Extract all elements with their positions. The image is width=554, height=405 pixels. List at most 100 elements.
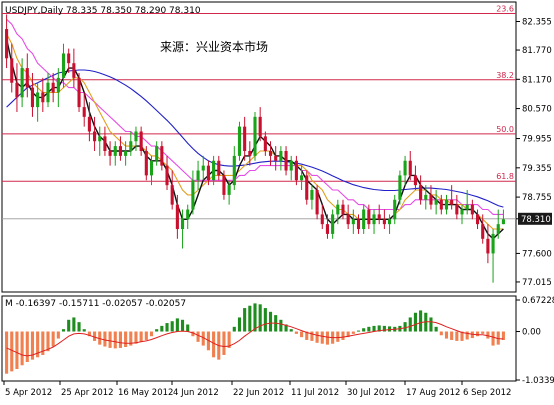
candle-body (201, 165, 205, 171)
histogram-bar (268, 311, 273, 332)
histogram-bar (108, 331, 112, 348)
symbol-label: USDJPY,Daily (5, 6, 64, 16)
candle-body (41, 92, 45, 103)
histogram-bar (82, 329, 86, 332)
candle-body (289, 160, 293, 171)
histogram-bar (56, 331, 60, 339)
histogram-bar (139, 331, 143, 342)
candle-body (149, 160, 154, 176)
histogram-bar (253, 303, 257, 332)
histogram-bar (5, 331, 9, 374)
candle-body (305, 175, 309, 200)
histogram-bar (434, 326, 438, 332)
candle-body (98, 136, 102, 142)
price-label: 81.170 (522, 75, 552, 85)
candle-body (351, 219, 355, 225)
histogram-bar (258, 304, 262, 332)
candle-body (87, 116, 91, 132)
time-label: 25 Apr 2012 (61, 388, 114, 398)
histogram-bar (341, 331, 345, 340)
histogram-bar (180, 319, 185, 332)
indicator-label: -1.0339 (522, 376, 554, 386)
candle-body (434, 199, 438, 205)
candle-body (341, 204, 345, 215)
candle-body (413, 175, 417, 186)
candle-body (450, 199, 454, 205)
histogram-bar (367, 326, 371, 332)
candle-body (160, 146, 164, 166)
candle-body (124, 151, 128, 156)
candle-body (206, 165, 210, 181)
candle-body (165, 165, 169, 186)
candle-body (186, 209, 190, 220)
histogram-bar (77, 322, 81, 332)
price-label: 81.770 (522, 46, 552, 56)
histogram-bar (232, 326, 236, 332)
histogram-bar (413, 312, 417, 332)
candle-body (263, 136, 267, 151)
time-label: 11 Jul 2012 (291, 388, 339, 398)
indicator-header: M -0.16397 -0.15711 -0.02057 -0.02057 (5, 299, 186, 309)
histogram-bar (362, 328, 366, 332)
histogram-bar (103, 331, 107, 347)
price-label: 77.015 (522, 278, 552, 288)
indicator-label: 0.00 (522, 328, 541, 338)
candle-body (134, 131, 138, 142)
candle-body (237, 126, 242, 156)
histogram-bar (155, 329, 159, 332)
candle-body (294, 160, 298, 181)
histogram-bar (222, 331, 226, 355)
candle-body (227, 185, 231, 195)
candle-body (46, 82, 50, 103)
candle-body (10, 58, 14, 83)
candle-body (253, 116, 257, 156)
time-label: 6 Sep 2012 (463, 388, 511, 398)
fib-label: 23.6 (496, 4, 514, 13)
histogram-bar (160, 325, 164, 332)
candle-body (470, 204, 474, 215)
candle-body (372, 214, 376, 225)
price-chart[interactable]: 23.6 38.2 50.0 61.8 82.355 81.770 81.170 80.57… (0, 0, 554, 405)
candle-body (222, 175, 226, 195)
histogram-bar (475, 331, 480, 337)
candle-body (196, 170, 200, 181)
candle-body (67, 53, 71, 64)
candle-body (496, 224, 500, 234)
candle-body (279, 151, 283, 161)
time-label: 17 Aug 2012 (406, 388, 460, 398)
candle-body (419, 185, 423, 200)
ohlc-values: 78.335 78.350 78.290 78.310 (66, 6, 201, 16)
candle-body (258, 116, 262, 137)
histogram-bar (165, 323, 169, 332)
candle-body (315, 190, 319, 215)
histogram-bar (320, 331, 324, 344)
candle-body (77, 77, 81, 108)
candle-body (388, 219, 392, 225)
candle-body (118, 146, 122, 156)
time-label: 16 May 2012 (118, 388, 173, 398)
candle-body (5, 29, 9, 59)
candle-body (475, 214, 480, 225)
candle-body (56, 77, 60, 93)
histogram-bar (336, 331, 340, 342)
candle (77, 72, 81, 112)
histogram-bar (481, 331, 485, 334)
candle-body (377, 214, 381, 220)
histogram-bar (67, 319, 71, 332)
candle-body (393, 199, 397, 220)
time-label: 30 Jul 2012 (347, 388, 395, 398)
candle (237, 121, 242, 161)
histogram-bar (124, 331, 128, 347)
histogram-bar (10, 331, 14, 372)
time-label: 22 Jun 2012 (233, 388, 284, 398)
candle-body (170, 185, 174, 205)
candle-body (501, 219, 505, 225)
candle-body (248, 151, 252, 156)
candle (315, 185, 319, 220)
candle-body (486, 238, 490, 254)
candle-body (243, 126, 247, 151)
histogram-bar (46, 331, 50, 352)
histogram-bar (118, 331, 122, 348)
histogram-bar (149, 331, 154, 337)
candle-body (465, 204, 469, 210)
